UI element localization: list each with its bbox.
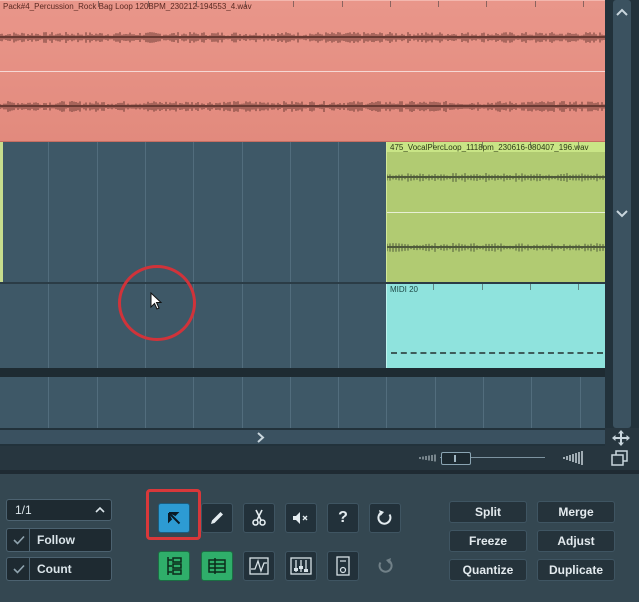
scissors-tool-button[interactable]: [243, 503, 275, 533]
device-icon: [336, 556, 350, 576]
redo-icon: [378, 558, 393, 573]
position-value: 1/1: [15, 503, 32, 517]
annotation-circle: [118, 265, 196, 341]
track-list-icon: [167, 557, 182, 575]
audio-clip-vocal[interactable]: 475_VocalPercLoop_1118pm_230616-080407_1…: [386, 142, 605, 282]
window-toggle-icon[interactable]: [611, 450, 629, 466]
channel-divider: [0, 71, 605, 72]
clip-name: MIDI 20: [390, 285, 419, 294]
envelope-curve-icon: [249, 557, 269, 575]
follow-toggle[interactable]: Follow: [6, 528, 112, 552]
chevron-up-icon[interactable]: [616, 8, 628, 16]
device-button[interactable]: [327, 551, 359, 581]
annotation-box: [146, 489, 201, 540]
split-button[interactable]: Split: [449, 501, 527, 523]
mute-tool-button[interactable]: [285, 503, 317, 533]
snap-toggle-button[interactable]: [158, 551, 190, 581]
merge-button[interactable]: Merge: [537, 501, 615, 523]
redo-tool-button[interactable]: [369, 551, 401, 581]
check-icon: [13, 535, 25, 545]
chevron-up-icon: [95, 506, 105, 513]
table-grid-icon: [208, 558, 226, 574]
audio-clip-percussion[interactable]: Pack#4_Percussion_Rock Bag Loop 120BPM_2…: [0, 0, 605, 142]
arrange-toolbar: 1/1 Follow Count ? Split Merge Freeze Ad…: [0, 470, 639, 602]
speaker-mute-icon: [293, 512, 308, 524]
follow-label: Follow: [37, 533, 75, 547]
mixer-faders-icon: [290, 557, 312, 575]
grid-toggle-button[interactable]: [201, 551, 233, 581]
undo-tool-button[interactable]: [369, 503, 401, 533]
adjust-button[interactable]: Adjust: [537, 530, 615, 552]
quantize-button[interactable]: Quantize: [449, 559, 527, 581]
zoom-out-icon[interactable]: [418, 451, 438, 465]
scissors-icon: [252, 509, 266, 526]
duplicate-button[interactable]: Duplicate: [537, 559, 615, 581]
vertical-scrollbar[interactable]: [605, 0, 639, 428]
position-field[interactable]: 1/1: [6, 499, 112, 521]
mixer-button[interactable]: [285, 551, 317, 581]
arrangement-view[interactable]: Pack#4_Percussion_Rock Bag Loop 120BPM_2…: [0, 0, 605, 428]
pencil-tool-button[interactable]: [201, 503, 233, 533]
question-icon: ?: [338, 509, 348, 526]
count-label: Count: [37, 562, 72, 576]
zoom-in-icon[interactable]: [562, 449, 584, 467]
midi-clip[interactable]: MIDI 20: [386, 284, 605, 368]
chevron-right-icon[interactable]: [257, 432, 265, 443]
help-tool-button[interactable]: ?: [327, 503, 359, 533]
count-toggle[interactable]: Count: [6, 557, 112, 581]
zoom-slider-handle[interactable]: [441, 452, 471, 465]
view-controls: [605, 428, 639, 470]
freeze-button[interactable]: Freeze: [449, 530, 527, 552]
pencil-icon: [211, 512, 223, 524]
track-lane-4[interactable]: [0, 377, 605, 428]
track-lane-2[interactable]: [0, 142, 386, 282]
undo-icon: [377, 510, 392, 525]
horizontal-scrollbar[interactable]: [0, 428, 605, 446]
zoom-bar: [0, 446, 605, 470]
chevron-down-icon[interactable]: [616, 210, 628, 218]
move-icon[interactable]: [612, 430, 630, 446]
automation-button[interactable]: [243, 551, 275, 581]
midi-note-line: [391, 352, 603, 354]
check-icon: [13, 564, 25, 574]
